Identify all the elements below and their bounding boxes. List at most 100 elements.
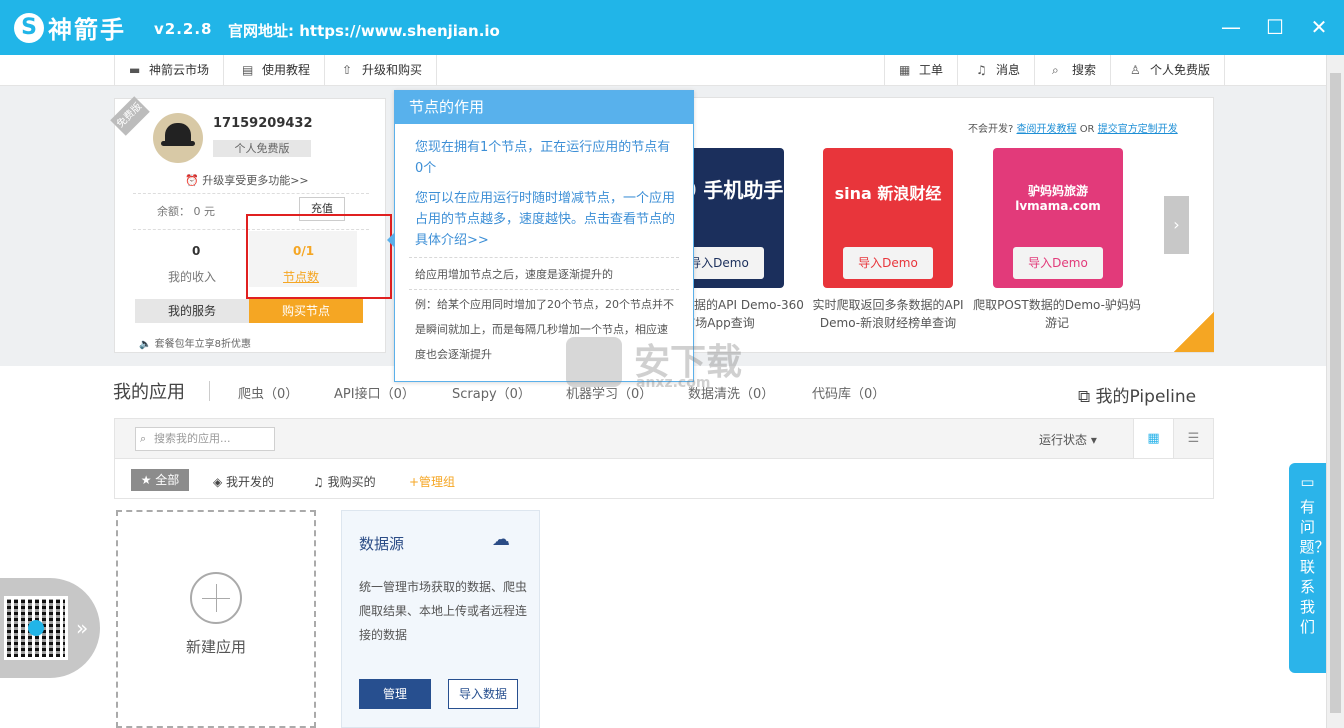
book-icon: ▤ bbox=[242, 63, 254, 77]
divider bbox=[133, 193, 369, 194]
run-state-dropdown[interactable]: 运行状态 ▾ bbox=[1039, 431, 1097, 448]
search-apps-input[interactable]: ⌕ 搜索我的应用... bbox=[135, 427, 275, 451]
nav-tutorial[interactable]: ▤ 使用教程 bbox=[228, 55, 326, 85]
tab-code-library[interactable]: 代码库（0） bbox=[812, 383, 885, 402]
grid-view-button[interactable]: ▦ bbox=[1133, 419, 1173, 458]
edition-badge: 个人免费版 bbox=[213, 140, 311, 157]
qr-code-widget[interactable]: » bbox=[0, 578, 100, 678]
tooltip-arrow bbox=[387, 232, 395, 248]
corner-badge-icon bbox=[1174, 312, 1214, 352]
import-demo-button[interactable]: 导入Demo bbox=[1013, 247, 1103, 279]
buy-nodes-button[interactable]: 购买节点 bbox=[249, 299, 363, 323]
app-filter-bar: ⌕ 搜索我的应用... 运行状态 ▾ ▦ ☰ bbox=[114, 418, 1214, 459]
demo-tile-sina[interactable]: sina 新浪财经 导入Demo bbox=[823, 148, 953, 288]
brand-lvmama-logo: 驴妈妈旅游 lvmama.com bbox=[1015, 184, 1101, 213]
demo-hint: 不会开发? 查阅开发教程 OR 提交官方定制开发 bbox=[968, 120, 1178, 135]
nav-upgrade[interactable]: ⇧ 升级和购买 bbox=[328, 55, 438, 85]
new-app-card[interactable]: 新建应用 bbox=[116, 510, 316, 728]
nav-ticket-label: 工单 bbox=[919, 63, 944, 77]
hint-or: OR bbox=[1079, 124, 1095, 135]
scrollbar-thumb[interactable] bbox=[1330, 73, 1341, 713]
cloud-link-icon: ☁ bbox=[492, 529, 510, 550]
nav-market[interactable]: ▬ 神箭云市场 bbox=[114, 55, 225, 85]
demo-caption-sina: 实时爬取返回多条数据的API Demo-新浪财经榜单查询 bbox=[812, 298, 964, 330]
app-logo: S 神箭手 bbox=[14, 10, 126, 45]
carousel-next-button[interactable]: › bbox=[1164, 196, 1189, 254]
vertical-scrollbar[interactable] bbox=[1326, 55, 1344, 728]
highlight-box bbox=[246, 214, 392, 299]
import-demo-button[interactable]: 导入Demo bbox=[843, 247, 933, 279]
filter-all-label: 全部 bbox=[155, 473, 180, 487]
avatar[interactable] bbox=[153, 113, 203, 163]
my-pipeline-link[interactable]: ⧉ 我的Pipeline bbox=[1078, 382, 1196, 407]
filter-bought[interactable]: ♫ 我购买的 bbox=[313, 473, 376, 490]
search-icon: ⌕ bbox=[140, 432, 147, 445]
nav-account[interactable]: ♙ 个人免费版 bbox=[1116, 55, 1226, 85]
ticket-icon: ▦ bbox=[899, 63, 911, 77]
contact-us-widget[interactable]: ▭ 有问题？联系我们 bbox=[1289, 463, 1330, 673]
demo-tile-lvmama[interactable]: 驴妈妈旅游 lvmama.com 导入Demo bbox=[993, 148, 1123, 288]
shield-icon bbox=[566, 337, 622, 387]
filter-all[interactable]: ★ 全部 bbox=[131, 469, 189, 491]
caret-down-icon: ▾ bbox=[1087, 433, 1097, 447]
tab-crawler[interactable]: 爬虫（0） bbox=[238, 383, 298, 402]
income-value: 0 bbox=[192, 244, 201, 258]
nav-market-label: 神箭云市场 bbox=[149, 63, 210, 77]
username: 17159209432 bbox=[213, 116, 313, 131]
list-icon: ☰ bbox=[1187, 431, 1200, 446]
tooltip-node-intro-link[interactable]: 您可以在应用运行时随时增减节点，一个应用占用的节点越多，速度越快。点击查看节点的… bbox=[415, 188, 677, 251]
user-icon: ♙ bbox=[1130, 63, 1141, 77]
income-label: 我的收入 bbox=[168, 270, 217, 284]
divider bbox=[209, 381, 210, 401]
filter-developed[interactable]: ◈ 我开发的 bbox=[213, 473, 274, 490]
official-site: 官网地址: https://www.shenjian.io bbox=[228, 22, 500, 40]
dev-tutorial-link[interactable]: 查阅开发教程 bbox=[1017, 124, 1077, 135]
datasource-manage-button[interactable]: 管理 bbox=[359, 679, 431, 709]
title-bar: S 神箭手 v2.2.8 官网地址: https://www.shenjian.… bbox=[0, 0, 1344, 55]
datasource-import-button[interactable]: 导入数据 bbox=[448, 679, 518, 709]
pipeline-label: 我的Pipeline bbox=[1095, 387, 1197, 407]
nav-bar: ▬ 神箭云市场 ▤ 使用教程 ⇧ 升级和购买 ▦ 工单 ♫ 消息 ⌕ 搜索 ♙ 个人免费版 bbox=[0, 55, 1326, 86]
nav-search[interactable]: ⌕ 搜索 bbox=[1038, 55, 1112, 85]
upgrade-link[interactable]: ⏰ 升级享受更多功能>> bbox=[185, 172, 309, 188]
clock-icon: ⏰ bbox=[185, 174, 203, 187]
hat-brim bbox=[161, 141, 195, 146]
nav-upgrade-label: 升级和购买 bbox=[362, 63, 423, 77]
bell-icon: ♫ bbox=[313, 475, 328, 489]
list-view-button[interactable]: ☰ bbox=[1173, 419, 1213, 458]
nav-account-label: 个人免费版 bbox=[1150, 63, 1211, 77]
star-icon: ★ bbox=[140, 473, 156, 487]
tooltip-title: 节点的作用 bbox=[395, 91, 693, 124]
speaker-icon: 🔈 bbox=[139, 339, 155, 350]
nav-ticket[interactable]: ▦ 工单 bbox=[884, 55, 959, 85]
promo-text: 🔈 套餐包年立享8折优惠 bbox=[139, 335, 251, 350]
nav-messages-label: 消息 bbox=[996, 63, 1021, 77]
double-chevron-right-icon[interactable]: » bbox=[76, 616, 88, 640]
divider bbox=[409, 289, 679, 290]
brand-sina-logo: sina 新浪财经 bbox=[834, 184, 942, 203]
tooltip-speed-note: 给应用增加节点之后，速度是逐渐提升的 bbox=[415, 268, 613, 281]
tab-scrapy[interactable]: Scrapy（0） bbox=[452, 383, 531, 402]
minimize-button[interactable]: — bbox=[1218, 14, 1244, 40]
tab-api[interactable]: API接口（0） bbox=[334, 383, 415, 402]
chat-icon: ▭ bbox=[1300, 473, 1315, 491]
logo-icon: S bbox=[14, 12, 44, 43]
run-state-label: 运行状态 bbox=[1039, 433, 1088, 447]
free-edition-ribbon: 免费版 bbox=[110, 96, 150, 136]
custom-dev-link[interactable]: 提交官方定制开发 bbox=[1098, 124, 1178, 135]
close-button[interactable]: ✕ bbox=[1306, 14, 1332, 40]
filter-developed-label: 我开发的 bbox=[226, 475, 275, 489]
my-services-button[interactable]: 我的服务 bbox=[135, 299, 249, 323]
grid-icon: ▦ bbox=[1147, 431, 1160, 446]
demo-caption-lvmama: 爬取POST数据的Demo-驴妈妈游记 bbox=[973, 298, 1141, 330]
promo-label: 套餐包年立享8折优惠 bbox=[154, 339, 252, 350]
maximize-button[interactable]: ☐ bbox=[1262, 14, 1288, 40]
manage-group-button[interactable]: +管理组 bbox=[409, 473, 455, 490]
nav-search-label: 搜索 bbox=[1072, 63, 1097, 77]
bell-icon: ♫ bbox=[976, 63, 987, 77]
my-apps-title: 我的应用 bbox=[113, 382, 185, 403]
app-subfilter-bar: ★ 全部 ◈ 我开发的 ♫ 我购买的 +管理组 bbox=[114, 459, 1214, 499]
nav-messages[interactable]: ♫ 消息 bbox=[962, 55, 1036, 85]
qr-logo-icon bbox=[28, 620, 44, 636]
upgrade-icon: ⇧ bbox=[342, 63, 353, 77]
